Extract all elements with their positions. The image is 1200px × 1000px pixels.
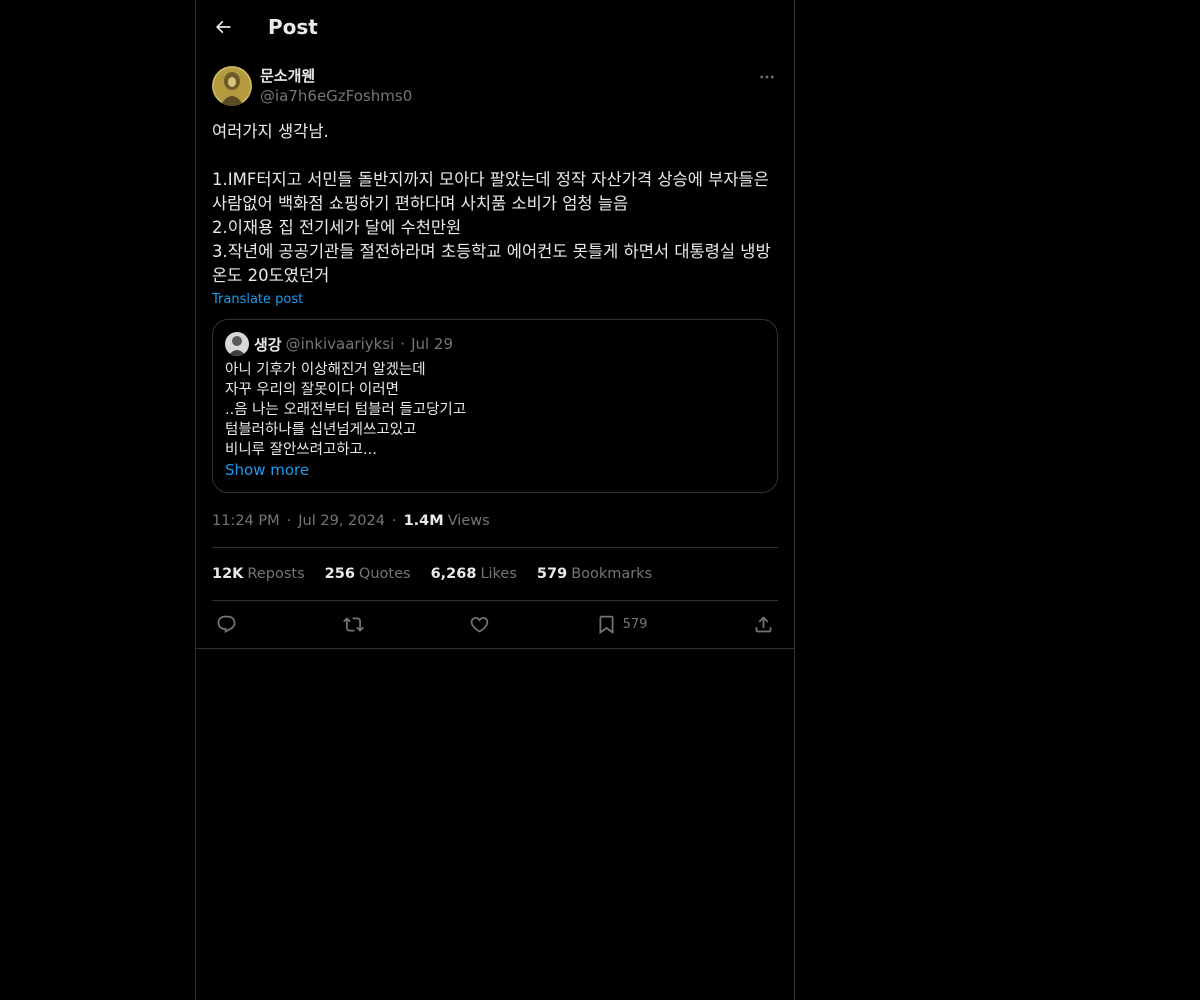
views-count: 1.4M <box>403 513 444 529</box>
likes-stat[interactable]: 6,268 Likes <box>431 566 517 582</box>
quote-avatar <box>225 332 249 356</box>
back-button[interactable] <box>212 16 234 38</box>
quotes-stat[interactable]: 256 Quotes <box>325 566 411 582</box>
author-row: 문소개웬 @ia7h6eGzFoshms0 <box>212 64 778 108</box>
post-text: 여러가지 생각남. 1.IMF터지고 서민들 돌반지까지 모아다 팔았는데 정작… <box>212 122 771 285</box>
arrow-left-icon <box>215 20 231 34</box>
quote-author-name: 생강 <box>254 335 282 354</box>
quote-author-handle: @inkivaariyksi <box>285 335 395 353</box>
post-date[interactable]: Jul 29, 2024 <box>298 513 385 529</box>
reposts-count: 12K <box>212 566 244 582</box>
page-header: Post <box>196 0 794 54</box>
author-name[interactable]: 문소개웬 <box>260 66 412 86</box>
quote-text: 아니 기후가 이상해진거 알겠는데 자꾸 우리의 잘못이다 이러면 ..음 나는… <box>225 362 467 458</box>
more-options-button[interactable] <box>756 66 778 88</box>
bookmark-button[interactable]: 579 <box>596 614 648 635</box>
like-button[interactable] <box>469 614 490 635</box>
quotes-count: 256 <box>324 566 355 582</box>
share-icon <box>755 616 772 633</box>
reposts-stat[interactable]: 12K Reposts <box>212 566 305 582</box>
bookmarks-stat[interactable]: 579 Bookmarks <box>537 566 652 582</box>
meta-separator: · <box>391 513 397 529</box>
more-icon <box>760 75 774 79</box>
repost-button[interactable] <box>342 614 364 635</box>
quotes-label: Quotes <box>358 566 411 582</box>
avatar[interactable] <box>212 66 252 106</box>
likes-label: Likes <box>480 566 517 582</box>
bookmarks-label: Bookmarks <box>571 566 653 582</box>
post-time[interactable]: 11:24 PM <box>212 513 280 529</box>
translate-post-link[interactable]: Translate post <box>212 292 303 307</box>
post: 문소개웬 @ia7h6eGzFoshms0 여러가지 생각남. 1.IMF터지고… <box>196 64 794 649</box>
avatar-image <box>212 66 252 106</box>
action-bar: 579 <box>196 601 794 649</box>
share-button[interactable] <box>753 614 774 635</box>
reply-icon <box>217 615 236 633</box>
reposts-label: Reposts <box>247 566 305 582</box>
heart-icon <box>470 617 489 633</box>
post-meta: 11:24 PM · Jul 29, 2024 · 1.4M Views <box>212 511 778 531</box>
quote-header: 생강 @inkivaariyksi · Jul 29 <box>225 332 765 356</box>
reply-button[interactable] <box>216 614 237 635</box>
bookmark-icon <box>599 615 614 635</box>
repost-icon <box>342 617 364 632</box>
meta-separator: · <box>286 513 292 529</box>
show-more-link[interactable]: Show more <box>225 460 765 480</box>
page-title: Post <box>268 15 318 39</box>
bookmarks-count: 579 <box>536 566 568 582</box>
quote-avatar-image <box>225 332 249 356</box>
quote-date: Jul 29 <box>411 335 454 353</box>
quote-separator: · <box>400 335 406 353</box>
main-column: Post 문소개웬 @ia7h6eGzFoshms0 여러가지 생각남. 1.I… <box>195 0 795 1000</box>
author-handle[interactable]: @ia7h6eGzFoshms0 <box>260 86 412 106</box>
views-label: Views <box>447 513 490 529</box>
quoted-post[interactable]: 생강 @inkivaariyksi · Jul 29 아니 기후가 이상해진거 … <box>212 319 778 493</box>
likes-count: 6,268 <box>430 566 477 582</box>
bookmark-count: 579 <box>622 617 648 632</box>
post-stats: 12K Reposts 256 Quotes 6,268 Likes 579 Bookm… <box>212 547 778 601</box>
author-names: 문소개웬 @ia7h6eGzFoshms0 <box>260 66 412 106</box>
